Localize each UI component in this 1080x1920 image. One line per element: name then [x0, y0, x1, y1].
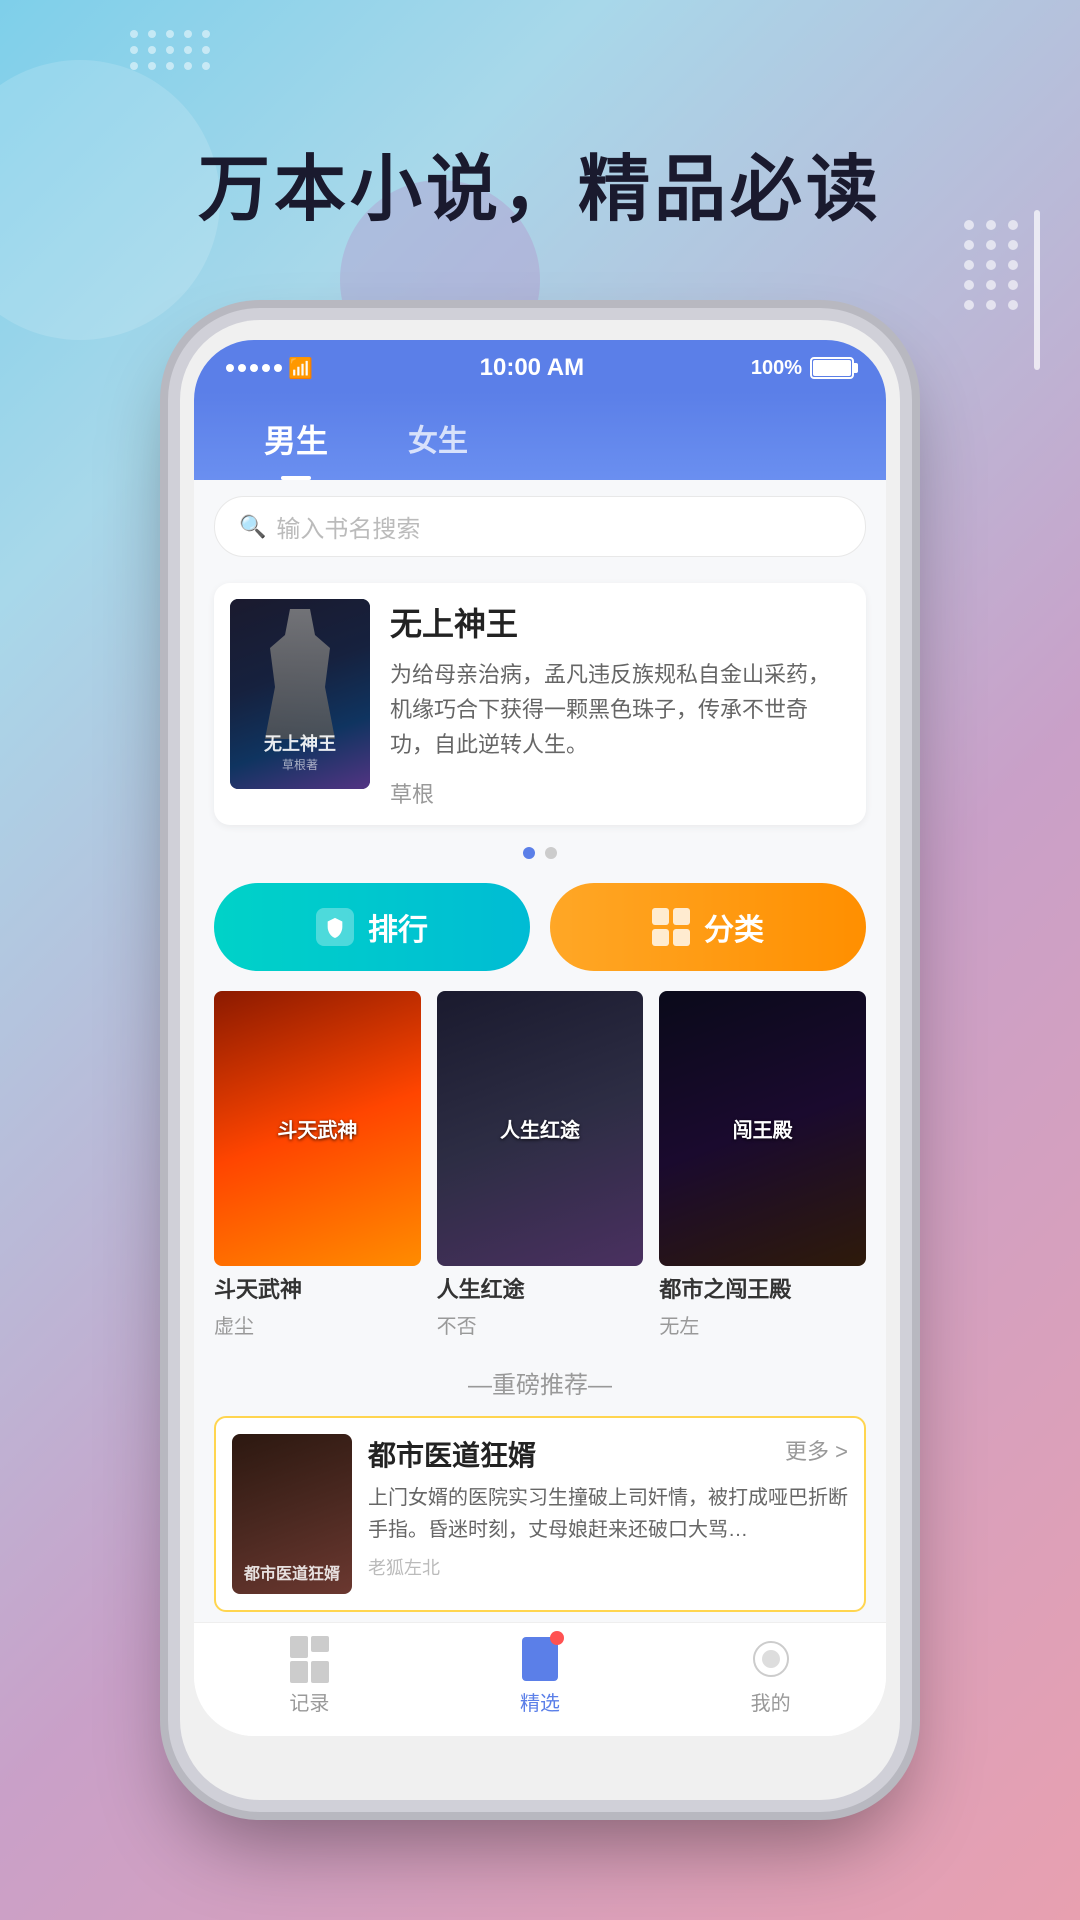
book-cover-text-2: 人生红途 — [492, 1106, 588, 1151]
category-button[interactable]: 分类 — [550, 883, 866, 971]
status-bar: 📶 10:00 AM 100% — [194, 340, 886, 392]
book-author-3: 无左 — [659, 1310, 866, 1339]
featured-section: 无上神王 草根著 无上神王 为给母亲治病，孟凡违反族规私自金山采药，机缘巧合下获… — [194, 573, 886, 835]
recommend-section: 更多 > 都市医道狂婿 都市医道狂婿 上门女婿的医院实习生撞破上司奸情，被打成哑… — [194, 1416, 886, 1622]
book-cover-text-1: 斗天武神 — [269, 1106, 365, 1151]
mine-icon — [749, 1637, 793, 1681]
featured-description: 为给母亲治病，孟凡违反族规私自金山采药，机缘巧合下获得一颗黑色珠子，传承不世奇功… — [390, 657, 850, 763]
book-cover-text-3: 闯王殿 — [725, 1106, 801, 1151]
phone-mockup: 📶 10:00 AM 100% 男生 女生 🔍 输入书名搜 — [180, 320, 900, 1800]
action-buttons: 排行 分类 — [194, 863, 886, 991]
nav-records-label: 记录 — [289, 1687, 329, 1716]
book-name-3: 都市之闯王殿 — [659, 1272, 866, 1304]
status-right: 100% — [751, 357, 854, 380]
nav-featured-label: 精选 — [520, 1687, 560, 1716]
dot-1 — [523, 847, 535, 859]
recommend-card[interactable]: 更多 > 都市医道狂婿 都市医道狂婿 上门女婿的医院实习生撞破上司奸情，被打成哑… — [214, 1416, 866, 1612]
book-name-2: 人生红途 — [437, 1272, 644, 1304]
search-placeholder: 输入书名搜索 — [276, 509, 420, 544]
featured-card[interactable]: 无上神王 草根著 无上神王 为给母亲治病，孟凡违反族规私自金山采药，机缘巧合下获… — [214, 583, 866, 825]
ranking-button[interactable]: 排行 — [214, 883, 530, 971]
shield-icon — [316, 908, 354, 946]
headline: 万本小说，精品必读 — [0, 130, 1080, 235]
battery-icon — [810, 357, 854, 379]
book-name-1: 斗天武神 — [214, 1272, 421, 1304]
tab-bar: 男生 女生 — [194, 392, 886, 480]
deco-dots-tl — [130, 30, 212, 70]
featured-title: 无上神王 — [390, 599, 850, 645]
search-icon: 🔍 — [239, 514, 266, 540]
featured-cover-author: 草根著 — [282, 756, 318, 773]
wifi-icon: 📶 — [288, 356, 313, 381]
nav-featured[interactable]: 精选 — [425, 1637, 656, 1716]
nav-mine[interactable]: 我的 — [655, 1637, 886, 1716]
status-time: 10:00 AM — [480, 354, 584, 382]
search-input[interactable]: 🔍 输入书名搜索 — [214, 496, 866, 557]
rec-title: 都市医道狂婿 — [368, 1434, 848, 1474]
rec-author: 老狐左北 — [368, 1554, 848, 1580]
phone-screen: 📶 10:00 AM 100% 男生 女生 🔍 输入书名搜 — [194, 340, 886, 1736]
phone-shell: 📶 10:00 AM 100% 男生 女生 🔍 输入书名搜 — [180, 320, 900, 1800]
tab-female[interactable]: 女生 — [368, 402, 508, 480]
book-author-1: 虚尘 — [214, 1310, 421, 1339]
records-icon — [287, 1637, 331, 1681]
cover-warrior-decoration — [250, 609, 350, 739]
tab-male[interactable]: 男生 — [224, 402, 368, 480]
dots-indicator — [194, 835, 886, 863]
featured-cover-title: 无上神王 — [264, 730, 336, 756]
book-cover-1: 斗天武神 — [214, 991, 421, 1267]
section-title: —重磅推荐— — [194, 1355, 886, 1416]
featured-cover: 无上神王 草根著 — [230, 599, 370, 789]
rec-cover-text: 都市医道狂婿 — [244, 1560, 340, 1584]
book-grid: 斗天武神 斗天武神 虚尘 人生红途 人生红途 不否 闯王殿 都市之闯王 — [194, 991, 886, 1356]
bottom-nav: 记录 精选 我的 — [194, 1622, 886, 1736]
featured-icon — [518, 1637, 562, 1681]
rec-description: 上门女婿的医院实习生撞破上司奸情，被打成哑巴折断手指。昏迷时刻，丈母娘赶来还破口… — [368, 1482, 848, 1546]
book-author-2: 不否 — [437, 1310, 644, 1339]
nav-mine-label: 我的 — [751, 1687, 791, 1716]
battery-percent: 100% — [751, 357, 802, 380]
book-cover-2: 人生红途 — [437, 991, 644, 1267]
dot-2 — [545, 847, 557, 859]
signal-dots — [226, 364, 282, 372]
more-link[interactable]: 更多 > — [785, 1434, 848, 1466]
status-left: 📶 — [226, 356, 313, 381]
ranking-label: 排行 — [368, 905, 428, 949]
book-item-3[interactable]: 闯王殿 都市之闯王殿 无左 — [659, 991, 866, 1340]
rec-info: 都市医道狂婿 上门女婿的医院实习生撞破上司奸情，被打成哑巴折断手指。昏迷时刻，丈… — [368, 1434, 848, 1594]
featured-author: 草根 — [390, 777, 850, 809]
category-label: 分类 — [704, 905, 764, 949]
book-item-2[interactable]: 人生红途 人生红途 不否 — [437, 991, 644, 1340]
book-item-1[interactable]: 斗天武神 斗天武神 虚尘 — [214, 991, 421, 1340]
grid-icon — [652, 908, 690, 946]
rec-cover: 都市医道狂婿 — [232, 1434, 352, 1594]
featured-info: 无上神王 为给母亲治病，孟凡违反族规私自金山采药，机缘巧合下获得一颗黑色珠子，传… — [390, 599, 850, 809]
search-bar-container: 🔍 输入书名搜索 — [194, 480, 886, 573]
book-cover-3: 闯王殿 — [659, 991, 866, 1267]
nav-records[interactable]: 记录 — [194, 1637, 425, 1716]
